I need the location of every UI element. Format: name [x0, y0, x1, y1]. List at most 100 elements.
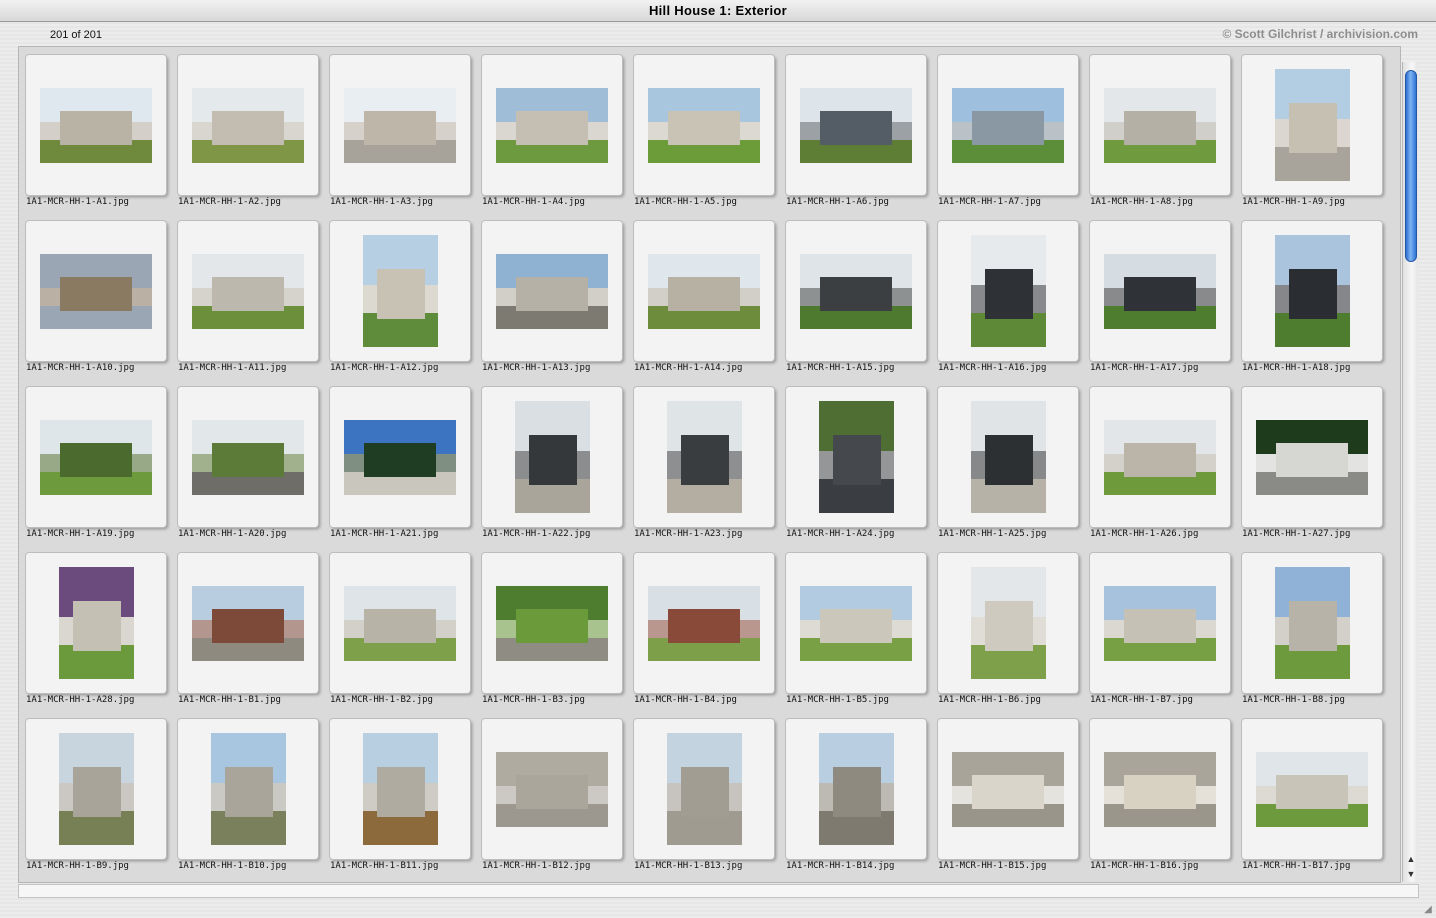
thumbnail-cell[interactable]: 1A1-MCR-HH-1-A1.jpg	[19, 48, 171, 214]
thumbnail-image[interactable]	[666, 733, 742, 845]
thumbnail-cell[interactable]: 1A1-MCR-HH-1-A5.jpg	[627, 48, 779, 214]
thumbnail-cell[interactable]: 1A1-MCR-HH-1-A14.jpg	[627, 214, 779, 380]
thumbnail-cell[interactable]: 1A1-MCR-HH-1-B2.jpg	[323, 546, 475, 712]
thumbnail-image[interactable]	[514, 401, 590, 513]
thumbnail-frame[interactable]	[178, 55, 318, 195]
thumbnail-image[interactable]	[1256, 419, 1368, 495]
thumbnail-cell[interactable]: 1A1-MCR-HH-1-A27.jpg	[1235, 380, 1387, 546]
vertical-scrollbar[interactable]: ▲ ▼	[1402, 62, 1418, 882]
thumbnail-image[interactable]	[1274, 69, 1350, 181]
thumbnail-frame[interactable]	[1242, 55, 1382, 195]
thumbnail-cell[interactable]: 1A1-MCR-HH-1-A20.jpg	[171, 380, 323, 546]
thumbnail-frame[interactable]	[938, 553, 1078, 693]
thumbnail-cell[interactable]: 1A1-MCR-HH-1-B11.jpg	[323, 712, 475, 878]
thumbnail-image[interactable]	[952, 87, 1064, 163]
thumbnail-cell[interactable]: 1A1-MCR-HH-1-A17.jpg	[1083, 214, 1235, 380]
thumbnail-frame[interactable]	[634, 55, 774, 195]
thumbnail-image[interactable]	[344, 419, 456, 495]
thumbnail-image[interactable]	[192, 253, 304, 329]
thumbnail-image[interactable]	[496, 253, 608, 329]
thumbnail-frame[interactable]	[26, 221, 166, 361]
thumbnail-image[interactable]	[192, 585, 304, 661]
thumbnail-cell[interactable]: 1A1-MCR-HH-1-A4.jpg	[475, 48, 627, 214]
thumbnail-cell[interactable]: 1A1-MCR-HH-1-B17.jpg	[1235, 712, 1387, 878]
resize-grip-icon[interactable]: ◢	[1422, 904, 1434, 916]
thumbnail-frame[interactable]	[482, 221, 622, 361]
thumbnail-frame[interactable]	[178, 553, 318, 693]
thumbnail-frame[interactable]	[1242, 719, 1382, 859]
thumbnail-cell[interactable]: 1A1-MCR-HH-1-A16.jpg	[931, 214, 1083, 380]
thumbnail-frame[interactable]	[786, 387, 926, 527]
thumbnail-frame[interactable]	[634, 719, 774, 859]
thumbnail-cell[interactable]: 1A1-MCR-HH-1-B3.jpg	[475, 546, 627, 712]
thumbnail-frame[interactable]	[634, 387, 774, 527]
thumbnail-frame[interactable]	[178, 221, 318, 361]
thumbnail-cell[interactable]: 1A1-MCR-HH-1-A26.jpg	[1083, 380, 1235, 546]
thumbnail-image[interactable]	[648, 585, 760, 661]
thumbnail-frame[interactable]	[330, 387, 470, 527]
thumbnail-frame[interactable]	[330, 221, 470, 361]
scroll-down-arrow-icon[interactable]: ▼	[1404, 867, 1418, 881]
thumbnail-image[interactable]	[1274, 567, 1350, 679]
thumbnail-image[interactable]	[496, 87, 608, 163]
thumbnail-cell[interactable]: 1A1-MCR-HH-1-B7.jpg	[1083, 546, 1235, 712]
thumbnail-cell[interactable]: 1A1-MCR-HH-1-A21.jpg	[323, 380, 475, 546]
thumbnail-cell[interactable]: 1A1-MCR-HH-1-A9.jpg	[1235, 48, 1387, 214]
thumbnail-frame[interactable]	[26, 719, 166, 859]
thumbnail-cell[interactable]: 1A1-MCR-HH-1-A15.jpg	[779, 214, 931, 380]
thumbnail-cell[interactable]: 1A1-MCR-HH-1-B8.jpg	[1235, 546, 1387, 712]
thumbnail-cell[interactable]: 1A1-MCR-HH-1-A6.jpg	[779, 48, 931, 214]
thumbnail-image[interactable]	[1104, 585, 1216, 661]
thumbnail-image[interactable]	[1104, 419, 1216, 495]
thumbnail-image[interactable]	[648, 253, 760, 329]
thumbnail-cell[interactable]: 1A1-MCR-HH-1-A11.jpg	[171, 214, 323, 380]
thumbnail-image[interactable]	[970, 235, 1046, 347]
thumbnail-cell[interactable]: 1A1-MCR-HH-1-A25.jpg	[931, 380, 1083, 546]
thumbnail-cell[interactable]: 1A1-MCR-HH-1-B15.jpg	[931, 712, 1083, 878]
thumbnail-image[interactable]	[192, 87, 304, 163]
thumbnail-image[interactable]	[952, 751, 1064, 827]
thumbnail-image[interactable]	[210, 733, 286, 845]
thumbnail-frame[interactable]	[26, 387, 166, 527]
thumbnail-frame[interactable]	[482, 719, 622, 859]
thumbnail-cell[interactable]: 1A1-MCR-HH-1-A10.jpg	[19, 214, 171, 380]
thumbnail-cell[interactable]: 1A1-MCR-HH-1-A24.jpg	[779, 380, 931, 546]
thumbnail-cell[interactable]: 1A1-MCR-HH-1-A2.jpg	[171, 48, 323, 214]
thumbnail-cell[interactable]: 1A1-MCR-HH-1-A8.jpg	[1083, 48, 1235, 214]
thumbnail-image[interactable]	[666, 401, 742, 513]
thumbnail-image[interactable]	[58, 733, 134, 845]
thumbnail-frame[interactable]	[1090, 55, 1230, 195]
thumbnail-cell[interactable]: 1A1-MCR-HH-1-B12.jpg	[475, 712, 627, 878]
thumbnail-image[interactable]	[800, 253, 912, 329]
thumbnail-image[interactable]	[496, 585, 608, 661]
thumbnail-cell[interactable]: 1A1-MCR-HH-1-B6.jpg	[931, 546, 1083, 712]
thumbnail-cell[interactable]: 1A1-MCR-HH-1-A7.jpg	[931, 48, 1083, 214]
thumbnail-frame[interactable]	[634, 553, 774, 693]
thumbnail-frame[interactable]	[786, 55, 926, 195]
thumbnail-frame[interactable]	[26, 553, 166, 693]
thumbnail-image[interactable]	[362, 235, 438, 347]
thumbnail-frame[interactable]	[1242, 553, 1382, 693]
thumbnail-image[interactable]	[40, 253, 152, 329]
thumbnail-frame[interactable]	[330, 55, 470, 195]
thumbnail-cell[interactable]: 1A1-MCR-HH-1-A19.jpg	[19, 380, 171, 546]
thumbnail-frame[interactable]	[1090, 553, 1230, 693]
scroll-up-arrow-icon[interactable]: ▲	[1404, 852, 1418, 866]
thumbnail-cell[interactable]: 1A1-MCR-HH-1-B5.jpg	[779, 546, 931, 712]
thumbnail-frame[interactable]	[786, 719, 926, 859]
thumbnail-image[interactable]	[818, 733, 894, 845]
thumbnail-cell[interactable]: 1A1-MCR-HH-1-A13.jpg	[475, 214, 627, 380]
thumbnail-frame[interactable]	[938, 387, 1078, 527]
thumbnail-image[interactable]	[1256, 751, 1368, 827]
thumbnail-image[interactable]	[970, 567, 1046, 679]
thumbnail-cell[interactable]: 1A1-MCR-HH-1-B10.jpg	[171, 712, 323, 878]
thumbnail-frame[interactable]	[634, 221, 774, 361]
thumbnail-frame[interactable]	[938, 719, 1078, 859]
thumbnail-cell[interactable]: 1A1-MCR-HH-1-B13.jpg	[627, 712, 779, 878]
thumbnail-frame[interactable]	[938, 221, 1078, 361]
thumbnail-image[interactable]	[344, 585, 456, 661]
thumbnail-image[interactable]	[970, 401, 1046, 513]
thumbnail-frame[interactable]	[1090, 387, 1230, 527]
thumbnail-image[interactable]	[800, 87, 912, 163]
thumbnail-cell[interactable]: 1A1-MCR-HH-1-A12.jpg	[323, 214, 475, 380]
